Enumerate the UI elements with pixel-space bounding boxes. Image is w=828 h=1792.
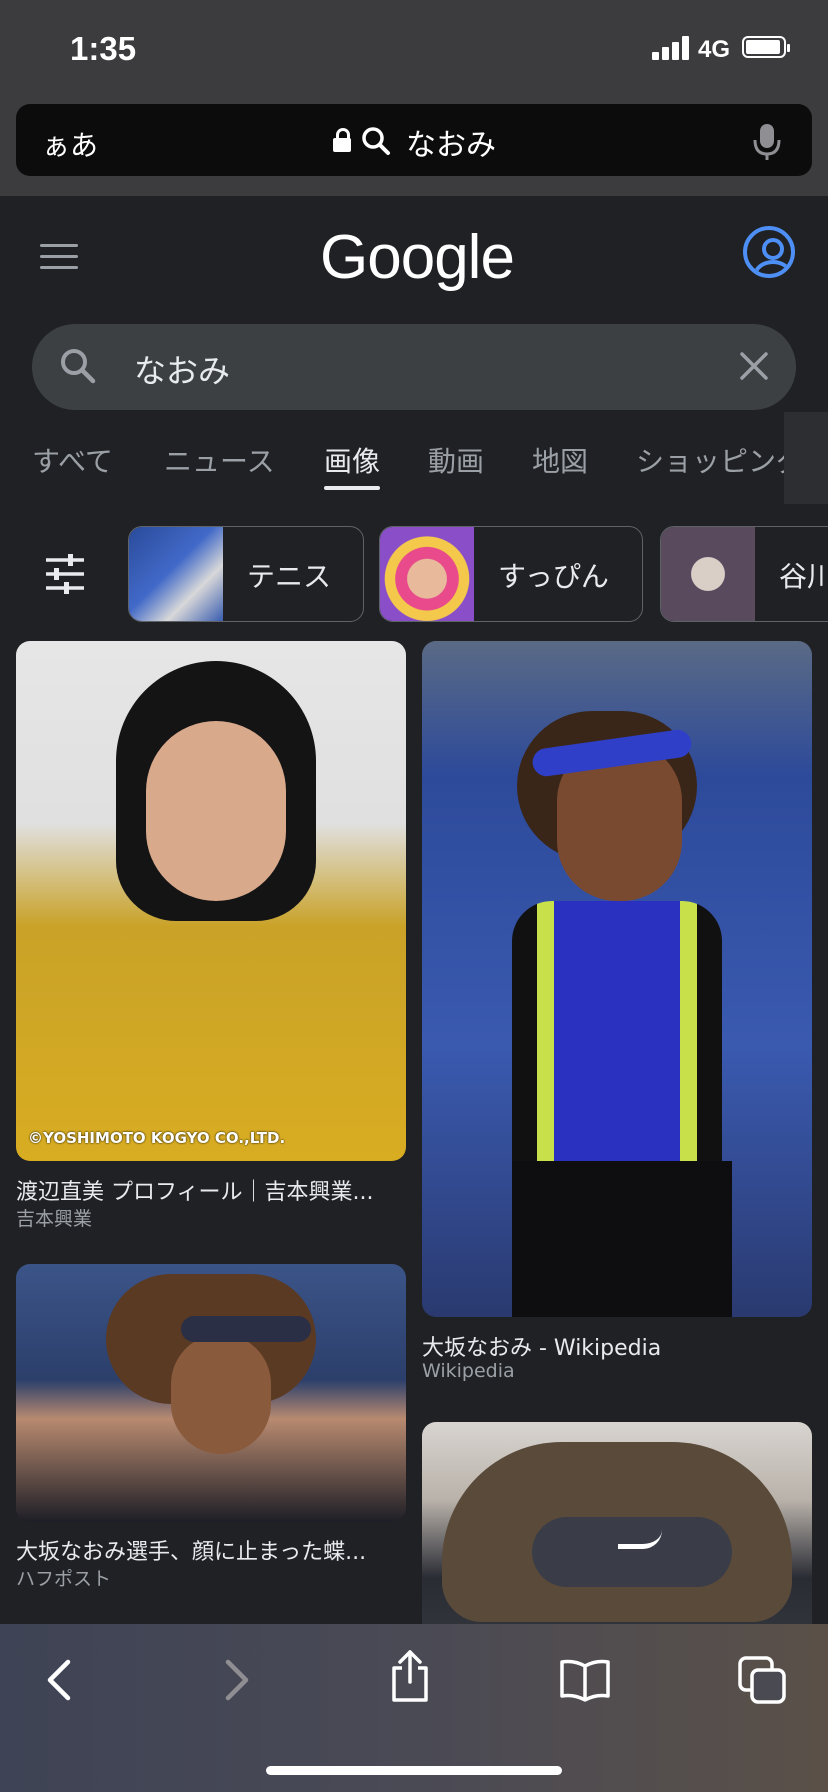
home-indicator[interactable] (266, 1766, 562, 1775)
result-image-watanabe[interactable]: ©YOSHIMOTO KOGYO CO.,LTD. (16, 641, 406, 1161)
result-title[interactable]: 渡辺直美 プロフィール｜吉本興業... (16, 1174, 374, 1206)
chip-tennis[interactable]: テニス (128, 526, 364, 622)
tab-news[interactable]: ニュース (164, 440, 275, 480)
back-icon[interactable] (40, 1656, 80, 1704)
tabs-icon[interactable] (736, 1654, 788, 1706)
chip-label: 谷川 (779, 560, 828, 593)
image-jersey-shape (512, 901, 722, 1171)
search-icon[interactable] (58, 346, 98, 386)
active-tab-indicator (324, 486, 380, 490)
result-title[interactable]: 大坂なおみ - Wikipedia (422, 1330, 661, 1362)
forward-icon[interactable] (216, 1656, 256, 1704)
chip-thumbnail (129, 527, 223, 621)
image-visor-shape (532, 1517, 732, 1587)
share-icon[interactable] (386, 1648, 434, 1704)
signal-icon (652, 36, 690, 60)
result-title[interactable]: 大坂なおみ選手、顔に止まった蝶... (16, 1534, 366, 1566)
reader-settings-button[interactable]: ぁあ (42, 124, 98, 164)
chip-thumbnail (661, 527, 755, 621)
search-input[interactable]: なおみ (134, 346, 230, 392)
search-icon (362, 127, 390, 155)
chip-label: すっぴん (498, 560, 609, 593)
google-logo[interactable]: Google (320, 222, 515, 293)
tab-shopping[interactable]: ショッピング (636, 440, 804, 480)
chip-suppin[interactable]: すっぴん (379, 526, 643, 622)
chip-label: テニス (247, 560, 332, 593)
tab-images[interactable]: 画像 (324, 440, 380, 480)
image-watermark: ©YOSHIMOTO KOGYO CO.,LTD. (28, 1129, 286, 1147)
chip-thumbnail (380, 527, 474, 621)
chip-tanikawa[interactable]: 谷川 (660, 526, 828, 622)
image-face-shape (171, 1334, 271, 1454)
microphone-icon[interactable] (752, 122, 782, 162)
bookmarks-icon[interactable] (558, 1658, 612, 1702)
clear-icon[interactable] (736, 348, 772, 384)
tab-all[interactable]: すべて (32, 440, 113, 480)
address-query[interactable]: なおみ (406, 120, 496, 164)
image-visor-shape (181, 1316, 311, 1342)
search-tabs: すべて ニュース 画像 動画 地図 ショッピング (0, 440, 828, 496)
result-source[interactable]: 吉本興業 (16, 1204, 92, 1231)
account-icon[interactable] (743, 226, 795, 278)
battery-icon (742, 36, 790, 58)
image-shorts-shape (512, 1161, 732, 1317)
result-source[interactable]: Wikipedia (422, 1360, 515, 1382)
lock-icon (333, 128, 351, 152)
tab-videos[interactable]: 動画 (428, 440, 484, 480)
image-face-shape (146, 721, 286, 901)
result-source[interactable]: ハフポスト (16, 1564, 111, 1591)
tabs-scroll-fade (784, 412, 828, 504)
filter-icon[interactable] (44, 554, 86, 594)
hamburger-menu-icon[interactable] (40, 244, 78, 270)
result-image-butterfly[interactable] (16, 1264, 406, 1522)
tab-maps[interactable]: 地図 (532, 440, 588, 480)
status-time: 1:35 (70, 30, 137, 67)
result-image-wikipedia[interactable] (422, 641, 812, 1317)
network-type: 4G (698, 36, 731, 63)
